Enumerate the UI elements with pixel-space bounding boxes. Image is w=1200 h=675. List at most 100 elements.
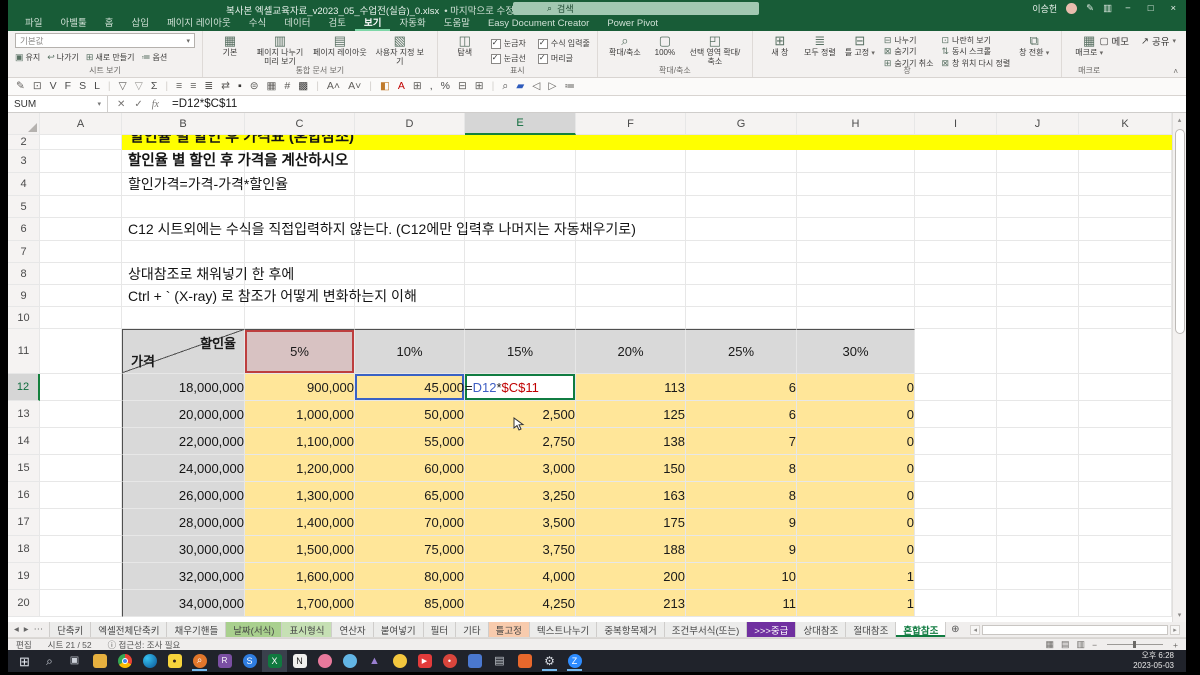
scroll-left-icon[interactable]: ◂: [970, 625, 980, 635]
sheet-tab[interactable]: 중복항목제거: [597, 622, 664, 637]
cell[interactable]: [997, 455, 1079, 482]
cell-H11-rate[interactable]: 30%: [797, 329, 915, 374]
row-header[interactable]: 5: [8, 196, 40, 218]
cell[interactable]: [915, 196, 997, 218]
cell[interactable]: [355, 241, 465, 263]
qat-icon[interactable]: #: [284, 81, 290, 92]
cell[interactable]: [465, 307, 576, 329]
taskbar-icon[interactable]: [337, 650, 362, 672]
row-header[interactable]: 18: [8, 536, 40, 563]
cell[interactable]: [40, 329, 122, 374]
cell[interactable]: [355, 196, 465, 218]
cell-price[interactable]: 22,000,000: [122, 428, 245, 455]
ribbon-tab[interactable]: 삽입: [122, 17, 157, 31]
qat-icon[interactable]: ⊟: [458, 81, 467, 92]
horizontal-scrollbar[interactable]: ◂ ▸: [970, 624, 1180, 635]
cell[interactable]: [122, 150, 245, 173]
cell-value[interactable]: 1,700,000: [245, 590, 355, 617]
cell[interactable]: [997, 218, 1079, 241]
qat-icon[interactable]: ⊡: [33, 81, 42, 92]
page-break-view-icon[interactable]: ▥: [1077, 639, 1086, 650]
cell[interactable]: [997, 173, 1079, 196]
cell-price[interactable]: 20,000,000: [122, 401, 245, 428]
cell[interactable]: [797, 218, 915, 241]
taskbar-clock[interactable]: 오후 6:28 2023-05-03: [1133, 651, 1186, 672]
cell[interactable]: [1079, 428, 1172, 455]
cell[interactable]: [122, 241, 245, 263]
search-box[interactable]: ⌕ 검색: [513, 2, 759, 15]
cell[interactable]: [797, 135, 915, 150]
cell[interactable]: [1079, 509, 1172, 536]
cell[interactable]: [1079, 218, 1172, 241]
zoom-slider[interactable]: [1107, 644, 1163, 645]
taskbar-icon[interactable]: N: [287, 650, 312, 672]
cell[interactable]: [686, 285, 797, 307]
cell[interactable]: [465, 218, 576, 241]
cell[interactable]: [40, 428, 122, 455]
cell-price[interactable]: 24,000,000: [122, 455, 245, 482]
vertical-scroll-thumb[interactable]: [1175, 129, 1185, 334]
row-header-11[interactable]: 11: [8, 329, 40, 374]
custom-views-button[interactable]: ▧사용자 지정 보기: [370, 33, 430, 68]
cell[interactable]: [465, 241, 576, 263]
cell[interactable]: [355, 285, 465, 307]
hide-button[interactable]: ⊠숨기기: [884, 47, 934, 58]
cell[interactable]: [355, 263, 465, 285]
check-formula-bar[interactable]: 수식 입력줄: [538, 37, 590, 50]
sheet-tab[interactable]: 단축키: [50, 622, 91, 637]
row-header[interactable]: 6: [8, 218, 40, 241]
check-gridlines[interactable]: 눈금선: [491, 52, 526, 65]
cell-H12[interactable]: 0: [797, 374, 915, 401]
ribbon-tab[interactable]: 데이터: [275, 17, 319, 31]
zoom-to-selection-button[interactable]: ◰선택 영역 확대/축소: [685, 33, 745, 68]
new-window-button[interactable]: ⊞새 창: [760, 33, 800, 59]
cell[interactable]: [797, 150, 915, 173]
cell-value[interactable]: 1,600,000: [245, 563, 355, 590]
cell[interactable]: [915, 563, 997, 590]
cell-E11-rate[interactable]: 15%: [465, 329, 576, 374]
row-header[interactable]: 15: [8, 455, 40, 482]
cell[interactable]: [40, 263, 122, 285]
taskbar-icon[interactable]: •: [437, 650, 462, 672]
cell-value[interactable]: 200: [576, 563, 686, 590]
cell[interactable]: [1079, 135, 1172, 150]
cell-value[interactable]: 1,500,000: [245, 536, 355, 563]
cell[interactable]: [576, 263, 686, 285]
cell[interactable]: [245, 218, 355, 241]
sheet-tab[interactable]: 연산자: [332, 622, 373, 637]
cell-value[interactable]: 50,000: [355, 401, 465, 428]
row-header[interactable]: 13: [8, 401, 40, 428]
minimize-button[interactable]: −: [1121, 3, 1135, 14]
cell[interactable]: [915, 455, 997, 482]
cell[interactable]: [1079, 590, 1172, 617]
cell-value[interactable]: 0: [797, 509, 915, 536]
cell[interactable]: [245, 307, 355, 329]
cell-value[interactable]: 9: [686, 509, 797, 536]
taskbar-icon[interactable]: ●: [162, 650, 187, 672]
cell[interactable]: [997, 428, 1079, 455]
row-header[interactable]: 14: [8, 428, 40, 455]
row-header[interactable]: 9: [8, 285, 40, 307]
qat-icon[interactable]: ◁: [532, 81, 540, 92]
cell-value[interactable]: 8: [686, 482, 797, 509]
cell[interactable]: [40, 150, 122, 173]
cell-value[interactable]: 0: [797, 536, 915, 563]
taskbar-icon[interactable]: R: [212, 650, 237, 672]
cell[interactable]: [686, 307, 797, 329]
ribbon-tab[interactable]: 보기: [355, 17, 390, 31]
row-header[interactable]: 4: [8, 173, 40, 196]
taskbar-icon[interactable]: [87, 650, 112, 672]
cell[interactable]: [915, 307, 997, 329]
cell[interactable]: [122, 263, 245, 285]
cell[interactable]: [245, 135, 355, 150]
col-header-I[interactable]: I: [915, 113, 997, 135]
taskbar-icon[interactable]: X: [262, 650, 287, 672]
qat-icon[interactable]: |: [369, 81, 372, 92]
ribbon-tab[interactable]: 페이지 레이아웃: [158, 17, 240, 31]
normal-view-button[interactable]: ▦기본: [210, 33, 250, 59]
qat-icon[interactable]: Σ: [151, 81, 158, 92]
cell[interactable]: [465, 263, 576, 285]
cell[interactable]: [465, 150, 576, 173]
cell[interactable]: [997, 150, 1079, 173]
qat-icon[interactable]: ≡: [176, 81, 182, 92]
